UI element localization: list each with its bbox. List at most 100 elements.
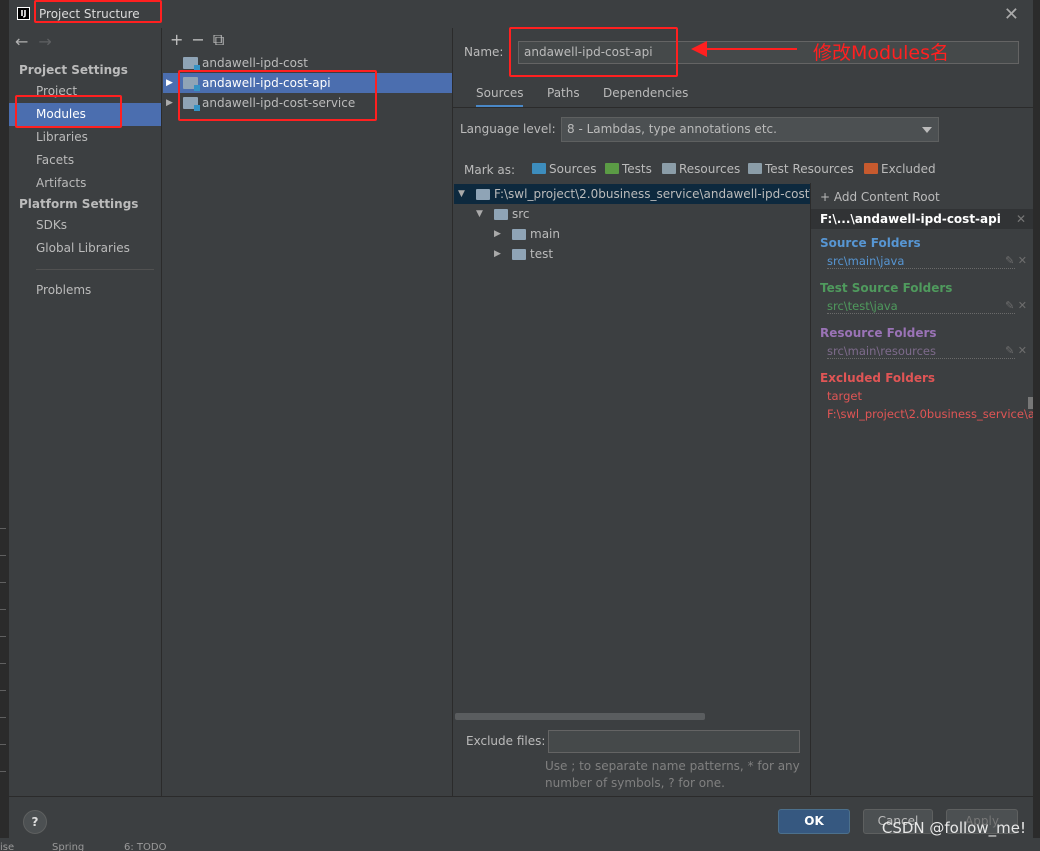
add-icon[interactable]: + — [170, 30, 183, 49]
resources-folder-icon — [662, 163, 676, 174]
module-label: andawell-ipd-cost-service — [202, 96, 356, 110]
excluded-folder-path: target — [827, 389, 862, 403]
source-folder-path: src\main\java — [827, 254, 1015, 269]
settings-nav: ← → Project Settings Project Modules Libr… — [9, 28, 162, 796]
nav-history: ← → — [15, 32, 62, 51]
tree-row-main[interactable]: ▶ main — [454, 224, 810, 244]
mark-resources-button[interactable]: Resources — [662, 162, 740, 176]
mark-label: Test Resources — [765, 162, 854, 176]
tree-horizontal-scrollbar[interactable] — [455, 713, 705, 720]
test-resources-folder-icon — [748, 163, 762, 174]
expand-arrow-icon[interactable]: ▼ — [476, 204, 483, 224]
collapse-arrow-icon[interactable]: ▶ — [494, 244, 501, 264]
chevron-down-icon — [922, 127, 932, 133]
mark-label: Tests — [622, 162, 652, 176]
module-item-cost[interactable]: andawell-ipd-cost — [163, 53, 452, 73]
exclude-files-input[interactable] — [548, 730, 800, 753]
folder-icon — [494, 209, 508, 220]
source-folders-heading: Source Folders — [820, 236, 921, 250]
status-item: 6: TODO — [124, 842, 167, 851]
module-item-cost-api[interactable]: ▶ andawell-ipd-cost-api — [163, 73, 452, 93]
remove-icon[interactable]: − — [191, 30, 204, 49]
csdn-watermark: CSDN @follow_me! — [881, 819, 1026, 837]
name-label: Name: — [464, 45, 504, 59]
edit-remove-icons[interactable]: ✎ ✕ — [1005, 344, 1027, 357]
project-structure-dialog: IJ Project Structure ✕ ← → Project Settin… — [8, 0, 1033, 838]
mark-label: Sources — [549, 162, 597, 176]
back-arrow-icon[interactable]: ← — [15, 32, 28, 51]
nav-item-artifacts[interactable]: Artifacts — [9, 172, 161, 195]
module-list-panel: + − ⧉ andawell-ipd-cost ▶ andawell-ipd-cos… — [162, 28, 453, 796]
exclude-files-hint: Use ; to separate name patterns, * for a… — [545, 759, 800, 790]
tree-row-test[interactable]: ▶ test — [454, 244, 810, 264]
expand-arrow-icon[interactable]: ▶ — [166, 93, 173, 113]
test-source-folders-heading: Test Source Folders — [820, 281, 953, 295]
edit-remove-icons[interactable]: ✎ ✕ — [1005, 254, 1027, 267]
content-root-header: F:\...\andawell-ipd-cost-api ✕ — [811, 209, 1033, 229]
tree-row-src[interactable]: ▼ src — [454, 204, 810, 224]
mark-tests-button[interactable]: Tests — [605, 162, 652, 176]
close-icon[interactable]: ✕ — [1004, 4, 1019, 25]
copy-icon[interactable]: ⧉ — [213, 30, 224, 49]
tab-dependencies[interactable]: Dependencies — [603, 80, 688, 108]
content-root-tree: ▼ F:\swl_project\2.0business_service\and… — [454, 183, 810, 713]
folder-icon — [512, 249, 526, 260]
help-icon[interactable]: ? — [23, 810, 47, 834]
module-folder-icon — [183, 97, 200, 111]
remove-root-icon[interactable]: ✕ — [1016, 209, 1026, 229]
tabs-divider — [453, 107, 1033, 108]
module-label: andawell-ipd-cost — [202, 56, 308, 70]
module-settings-panel: Name: andawell-ipd-cost-api 修改Modules名 S… — [453, 28, 1033, 796]
language-level-select[interactable]: 8 - Lambdas, type annotations etc. — [561, 117, 939, 142]
background-editor-gutter — [0, 0, 8, 851]
module-item-cost-service[interactable]: ▶ andawell-ipd-cost-service — [163, 93, 452, 113]
tree-row-root[interactable]: ▼ F:\swl_project\2.0business_service\and… — [454, 184, 810, 204]
platform-settings-heading: Platform Settings — [19, 197, 139, 211]
mark-label: Excluded — [881, 162, 936, 176]
tab-sources[interactable]: Sources — [476, 80, 524, 108]
folder-icon — [512, 229, 526, 240]
dialog-button-bar: ? OK Cancel Apply — [9, 796, 1033, 838]
nav-item-problems[interactable]: Problems — [9, 279, 161, 302]
resource-folders-heading: Resource Folders — [820, 326, 937, 340]
content-root-path: F:\...\andawell-ipd-cost-api — [820, 212, 1001, 226]
mark-test-resources-button[interactable]: Test Resources — [748, 162, 854, 176]
status-item: ise — [0, 842, 15, 851]
excluded-folder-path: F:\swl_project\2.0business_service\an — [827, 407, 1033, 421]
nav-item-facets[interactable]: Facets — [9, 149, 161, 172]
tree-label: main — [530, 227, 560, 241]
background-status-bar: ise Spring 6: TODO — [0, 838, 1040, 851]
mark-excluded-button[interactable]: Excluded — [864, 162, 936, 176]
add-content-root-button[interactable]: + Add Content Root — [820, 190, 940, 204]
excluded-folder-icon — [864, 163, 878, 174]
content-roots-panel: + Add Content Root F:\...\andawell-ipd-c… — [810, 183, 1033, 795]
tree-label: test — [530, 247, 554, 261]
nav-item-project[interactable]: Project — [9, 80, 161, 103]
expand-arrow-icon[interactable]: ▼ — [458, 184, 465, 204]
mark-sources-button[interactable]: Sources — [532, 162, 596, 176]
language-level-value: 8 - Lambdas, type annotations etc. — [567, 122, 777, 136]
collapse-arrow-icon[interactable]: ▶ — [494, 224, 501, 244]
expand-arrow-icon[interactable]: ▶ — [166, 73, 173, 93]
nav-item-libraries[interactable]: Libraries — [9, 126, 161, 149]
nav-item-sdks[interactable]: SDKs — [9, 214, 161, 237]
title-bar: IJ Project Structure ✕ — [9, 0, 1033, 28]
forward-arrow-icon[interactable]: → — [38, 32, 51, 51]
mark-as-label: Mark as: — [464, 163, 516, 177]
edit-remove-icons[interactable]: ✎ ✕ — [1005, 299, 1027, 312]
exclude-files-label: Exclude files: — [466, 734, 546, 748]
ok-button[interactable]: OK — [778, 809, 850, 834]
roots-scrollbar[interactable] — [1028, 397, 1033, 409]
test-source-folder-path: src\test\java — [827, 299, 1015, 314]
module-label: andawell-ipd-cost-api — [202, 76, 331, 90]
nav-item-modules[interactable]: Modules — [9, 103, 161, 126]
nav-item-global-libraries[interactable]: Global Libraries — [9, 237, 161, 260]
tree-label: src — [512, 207, 530, 221]
module-folder-icon — [183, 57, 200, 71]
folder-icon — [476, 189, 490, 200]
tree-label: F:\swl_project\2.0business_service\andaw… — [494, 187, 810, 201]
module-folder-icon — [183, 77, 200, 91]
module-toolbar: + − ⧉ — [170, 30, 232, 50]
intellij-app-icon: IJ — [17, 7, 30, 20]
tab-paths[interactable]: Paths — [547, 80, 580, 108]
